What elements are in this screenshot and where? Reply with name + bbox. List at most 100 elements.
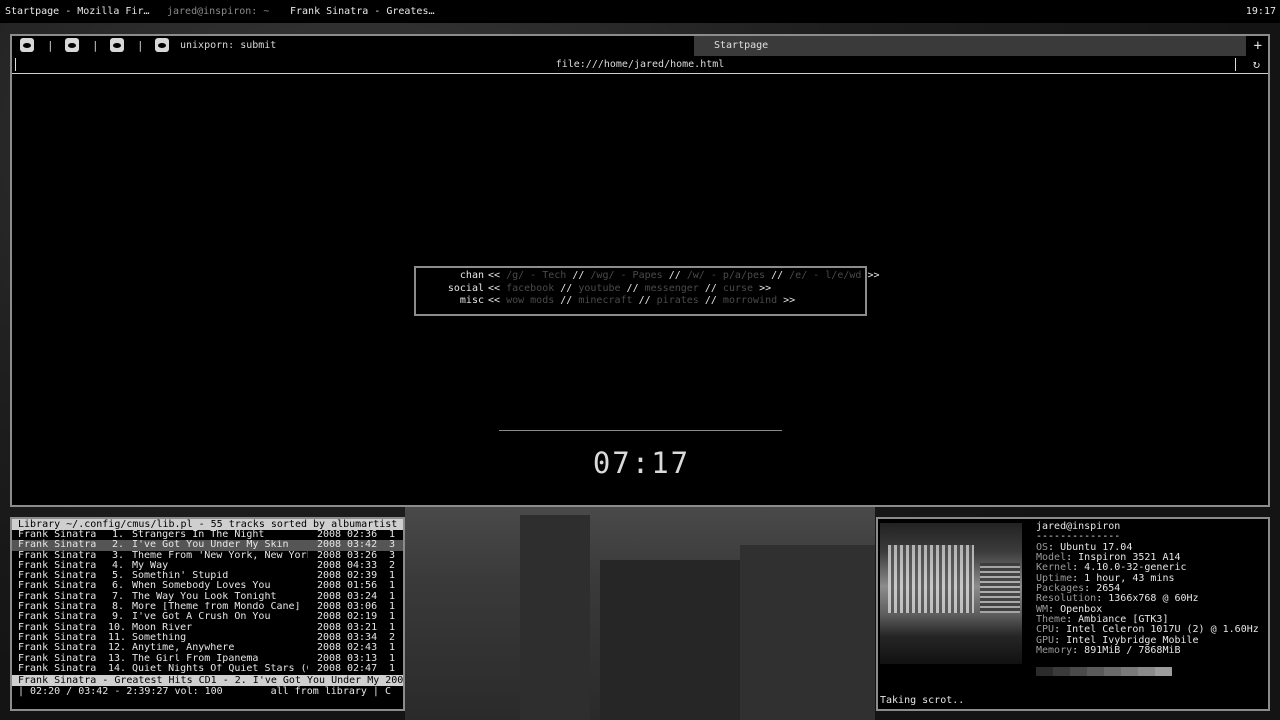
track-title: I've Got You Under My Skin: [132, 540, 289, 551]
track-playcount: 1: [389, 662, 396, 674]
terminal-window: jared@inspiron -------------- OS: Ubuntu…: [876, 517, 1270, 711]
info-value: Ubuntu 17.04: [1060, 541, 1133, 553]
taskbar-item-firefox[interactable]: Startpage - Mozilla Fir…: [5, 0, 150, 23]
close-bracket: >>: [783, 295, 796, 306]
tab-separator: |: [92, 39, 99, 52]
link-wow-mods[interactable]: wow mods: [506, 295, 554, 306]
now-playing-bar: Frank Sinatra - Greatest Hits CD1 - 2. I…: [12, 675, 403, 687]
reddit-icon[interactable]: [110, 38, 124, 52]
tab-startpage[interactable]: Startpage: [694, 36, 1246, 56]
info-key: Resolution: [1036, 593, 1097, 605]
color-swatch: [1121, 667, 1138, 676]
info-key: WM: [1036, 603, 1049, 615]
info-key: Kernel: [1036, 562, 1073, 574]
track-title: When Somebody Loves You: [132, 581, 271, 592]
color-swatch: [1087, 667, 1104, 676]
track-title: Moon River: [132, 622, 193, 633]
play-mode: all from library | C: [270, 686, 391, 698]
new-tab-button[interactable]: +: [1254, 36, 1262, 56]
reddit-icon[interactable]: [65, 38, 79, 52]
link-separator: //: [704, 295, 717, 306]
status-bar: | 02:20 / 03:42 - 2:39:27 vol: 100 all f…: [12, 686, 403, 698]
link-w[interactable]: /w/ - p/a/pes: [687, 270, 765, 281]
track-row[interactable]: Frank Sinatra 14. Quiet Nights Of Quiet St…: [12, 662, 403, 674]
url-bar[interactable]: file:///home/jared/home.html ↻: [12, 56, 1268, 74]
row-label: chan: [459, 270, 484, 281]
open-bracket: <<: [488, 282, 501, 294]
track-title: Quiet Nights Of Quiet Stars (Cor: [132, 663, 308, 674]
link-facebook[interactable]: facebook: [506, 283, 554, 294]
link-morrowind[interactable]: morrowind: [723, 295, 777, 306]
tab-separator: |: [137, 39, 144, 52]
system-info: jared@inspiron -------------- OS: Ubuntu…: [1036, 521, 1259, 657]
reload-icon[interactable]: ↻: [1253, 56, 1260, 73]
link-separator: //: [638, 295, 651, 306]
track-duration: 02:47: [347, 662, 378, 674]
track-title: Anytime, Anywhere: [132, 643, 235, 654]
link-separator: //: [560, 295, 573, 306]
info-line: Memory: 891MiB / 7868MiB: [1036, 645, 1181, 657]
color-swatch: [1104, 667, 1121, 676]
link-e[interactable]: /e/ - l/e/wd: [789, 270, 861, 281]
info-key: OS: [1036, 541, 1049, 553]
tab-separator: |: [47, 39, 54, 52]
info-value: Ambiance [GTK3]: [1078, 614, 1169, 626]
startpage-links-box: chan << /g/ - Tech // /wg/ - Papes // /w…: [414, 266, 880, 316]
wallpaper-tower: [600, 560, 740, 720]
track-title: Something: [132, 632, 187, 643]
wallpaper-wall: [740, 545, 875, 720]
browser-window: | | | unixporn: submit Startpage + file:…: [10, 34, 1270, 507]
open-bracket: <<: [488, 270, 501, 281]
track-title: The Way You Look Tonight: [132, 591, 277, 602]
info-key: Theme: [1036, 614, 1067, 626]
info-value: Inspiron 3521 A14: [1078, 552, 1181, 564]
city-night-image: [880, 523, 1022, 664]
link-separator: //: [626, 282, 639, 294]
color-swatch: [1155, 667, 1172, 676]
info-value: 891MiB / 7868MiB: [1084, 645, 1181, 657]
color-swatch: [1053, 667, 1070, 676]
panel-clock: 19:17: [1245, 6, 1276, 17]
link-separator: //: [771, 270, 784, 281]
track-title: Strangers In The Night: [132, 530, 265, 540]
color-swatch: [1070, 667, 1087, 676]
link-separator: //: [572, 270, 585, 281]
url-text[interactable]: file:///home/jared/home.html: [556, 59, 725, 70]
info-value: Openbox: [1060, 603, 1103, 615]
row-label: misc: [459, 295, 484, 306]
startpage-clock: 07:17: [592, 446, 691, 480]
link-papes[interactable]: /wg/ - Papes: [590, 270, 662, 281]
track-title: The Girl From Ipanema: [132, 653, 259, 664]
link-separator: //: [704, 282, 717, 294]
taskbar-item-terminal[interactable]: jared@inspiron: ~: [167, 0, 269, 23]
wallpaper-tower: [520, 515, 590, 720]
link-row-chan: chan << /g/ - Tech // /wg/ - Papes // /w…: [416, 270, 880, 283]
info-key: Uptime: [1036, 572, 1073, 584]
info-key: GPU: [1036, 634, 1055, 646]
info-value: Intel Celeron 1017U (2) @ 1.60Hz: [1066, 624, 1259, 636]
tab-unixporn[interactable]: unixporn: submit: [180, 36, 276, 56]
track-year: 2008: [317, 662, 342, 674]
link-row-misc: misc << wow mods // minecraft // pirates…: [416, 295, 865, 308]
info-key: Packages: [1036, 583, 1085, 595]
link-tech[interactable]: /g/ - Tech: [506, 270, 566, 281]
reddit-icon[interactable]: [20, 38, 34, 52]
url-bar-edge: [1235, 58, 1236, 71]
link-minecraft[interactable]: minecraft: [578, 295, 632, 306]
info-value: 4.10.0-32-generic: [1084, 562, 1187, 574]
reddit-icon[interactable]: [155, 38, 169, 52]
link-messenger[interactable]: messenger: [645, 283, 699, 294]
link-curse[interactable]: curse: [723, 283, 753, 294]
track-number: 14.: [108, 662, 127, 674]
link-pirates[interactable]: pirates: [657, 295, 699, 306]
info-value: 2654: [1096, 583, 1121, 595]
info-key: Memory: [1036, 645, 1073, 657]
info-key: Model: [1036, 552, 1067, 564]
info-key: CPU: [1036, 624, 1055, 636]
track-list: Frank Sinatra 1. Strangers In The Night 200…: [12, 529, 403, 674]
link-youtube[interactable]: youtube: [578, 283, 620, 294]
close-bracket: >>: [759, 282, 772, 294]
taskbar-item-cmus[interactable]: Frank Sinatra - Greates…: [290, 0, 435, 23]
info-value: 1366x768 @ 60Hz: [1108, 593, 1199, 605]
terminal-output: Taking scrot..: [880, 695, 965, 706]
